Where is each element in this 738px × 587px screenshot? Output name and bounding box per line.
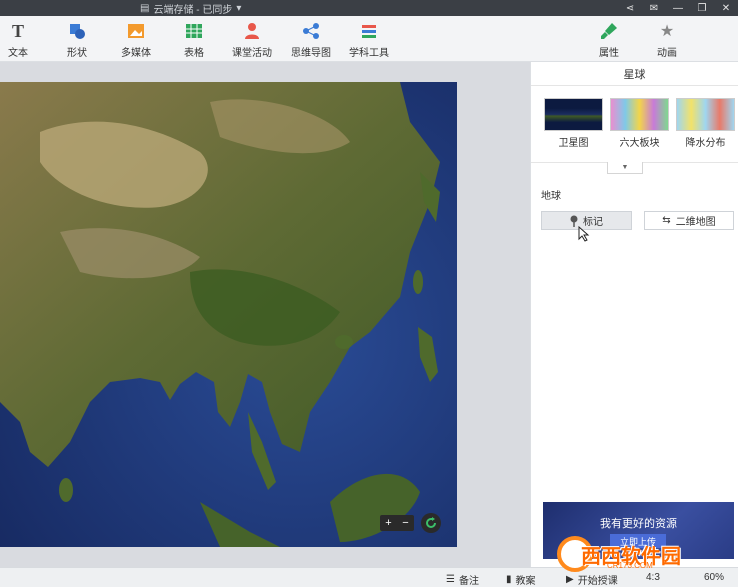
mouse-cursor-icon: [578, 225, 590, 245]
main-toolbar: T 文本 形状 多媒体 表格 课堂活动 思维导图 学科工具 属性 ★ 动画: [0, 16, 738, 62]
reset-view-button[interactable]: [421, 513, 441, 533]
zoom-in-button[interactable]: +: [385, 517, 391, 529]
aspect-ratio-select[interactable]: 4:3: [646, 572, 660, 583]
mindmap-tool-button[interactable]: 思维导图: [291, 22, 331, 59]
person-icon: [243, 22, 261, 40]
close-button[interactable]: ✕: [714, 0, 738, 16]
pin-icon: [570, 215, 578, 227]
2d-map-button[interactable]: ⇆ 二维地图: [644, 211, 734, 230]
shape-tool-button[interactable]: 形状: [67, 22, 87, 59]
mail-icon[interactable]: ✉: [642, 0, 666, 16]
table-icon: [185, 22, 203, 40]
zoom-level-select[interactable]: 60%: [704, 572, 724, 583]
thumbnail-satellite[interactable]: 卫星图: [544, 98, 603, 149]
collapse-toggle[interactable]: ▼: [607, 162, 643, 174]
media-tool-button[interactable]: 多媒体: [121, 22, 151, 59]
notes-button[interactable]: ☰ 备注: [446, 572, 479, 587]
start-class-button[interactable]: ▶ 开始授课: [566, 572, 618, 587]
satellite-map-thumbnail: [544, 98, 603, 131]
table-tool-button[interactable]: 表格: [184, 22, 204, 59]
lesson-plan-button[interactable]: ▮ 教案: [506, 572, 536, 587]
slide-canvas[interactable]: + −: [0, 62, 530, 567]
refresh-icon: [426, 517, 436, 528]
rainfall-map-thumbnail: [676, 98, 735, 131]
text-tool-button[interactable]: T 文本: [8, 20, 28, 60]
star-icon: ★: [659, 23, 675, 40]
play-icon: ▶: [566, 574, 574, 585]
title-bar: ▤ 云端存储 - 已同步 ▾ ⋖ ✉ — ❐ ✕: [0, 0, 738, 16]
notes-icon: ☰: [446, 574, 455, 585]
minimize-button[interactable]: —: [666, 0, 690, 16]
restore-button[interactable]: ❐: [690, 0, 714, 16]
document-icon: ▤: [140, 3, 150, 14]
cloud-sync-status[interactable]: ▤ 云端存储 - 已同步 ▾: [140, 1, 241, 16]
thumbnail-plates[interactable]: 六大板块: [610, 98, 669, 149]
subject-tools-button[interactable]: 学科工具: [349, 22, 389, 59]
chevron-down-icon: ▼: [621, 164, 629, 171]
text-icon: T: [11, 20, 24, 41]
brush-icon: [600, 22, 618, 40]
class-activity-button[interactable]: 课堂活动: [232, 22, 272, 59]
zoom-out-button[interactable]: −: [402, 517, 408, 529]
tab-properties[interactable]: 属性: [599, 22, 619, 59]
swap-icon: ⇆: [662, 215, 671, 226]
section-label: 地球: [541, 191, 561, 202]
thumbnail-rainfall[interactable]: 降水分布: [676, 98, 735, 149]
book-icon: [360, 22, 378, 40]
image-icon: [127, 22, 145, 40]
chevron-down-icon[interactable]: ▾: [236, 3, 241, 14]
zoom-controls: + −: [380, 515, 414, 531]
panel-title: 星球: [531, 62, 738, 86]
plates-map-thumbnail: [610, 98, 669, 131]
properties-panel: 星球 卫星图 六大板块 降水分布 ▼ 地球 标记 ⇆ 二维地图 我有更好的资源 …: [530, 62, 738, 567]
satellite-globe-image[interactable]: + −: [0, 82, 457, 547]
share-icon[interactable]: ⋖: [618, 0, 642, 16]
doc-icon: ▮: [506, 574, 512, 585]
mindmap-icon: [302, 22, 320, 40]
site-watermark: 西西软件园 CR173.COM: [557, 536, 681, 572]
tab-animation[interactable]: ★ 动画: [657, 22, 677, 59]
shape-icon: [68, 22, 86, 40]
